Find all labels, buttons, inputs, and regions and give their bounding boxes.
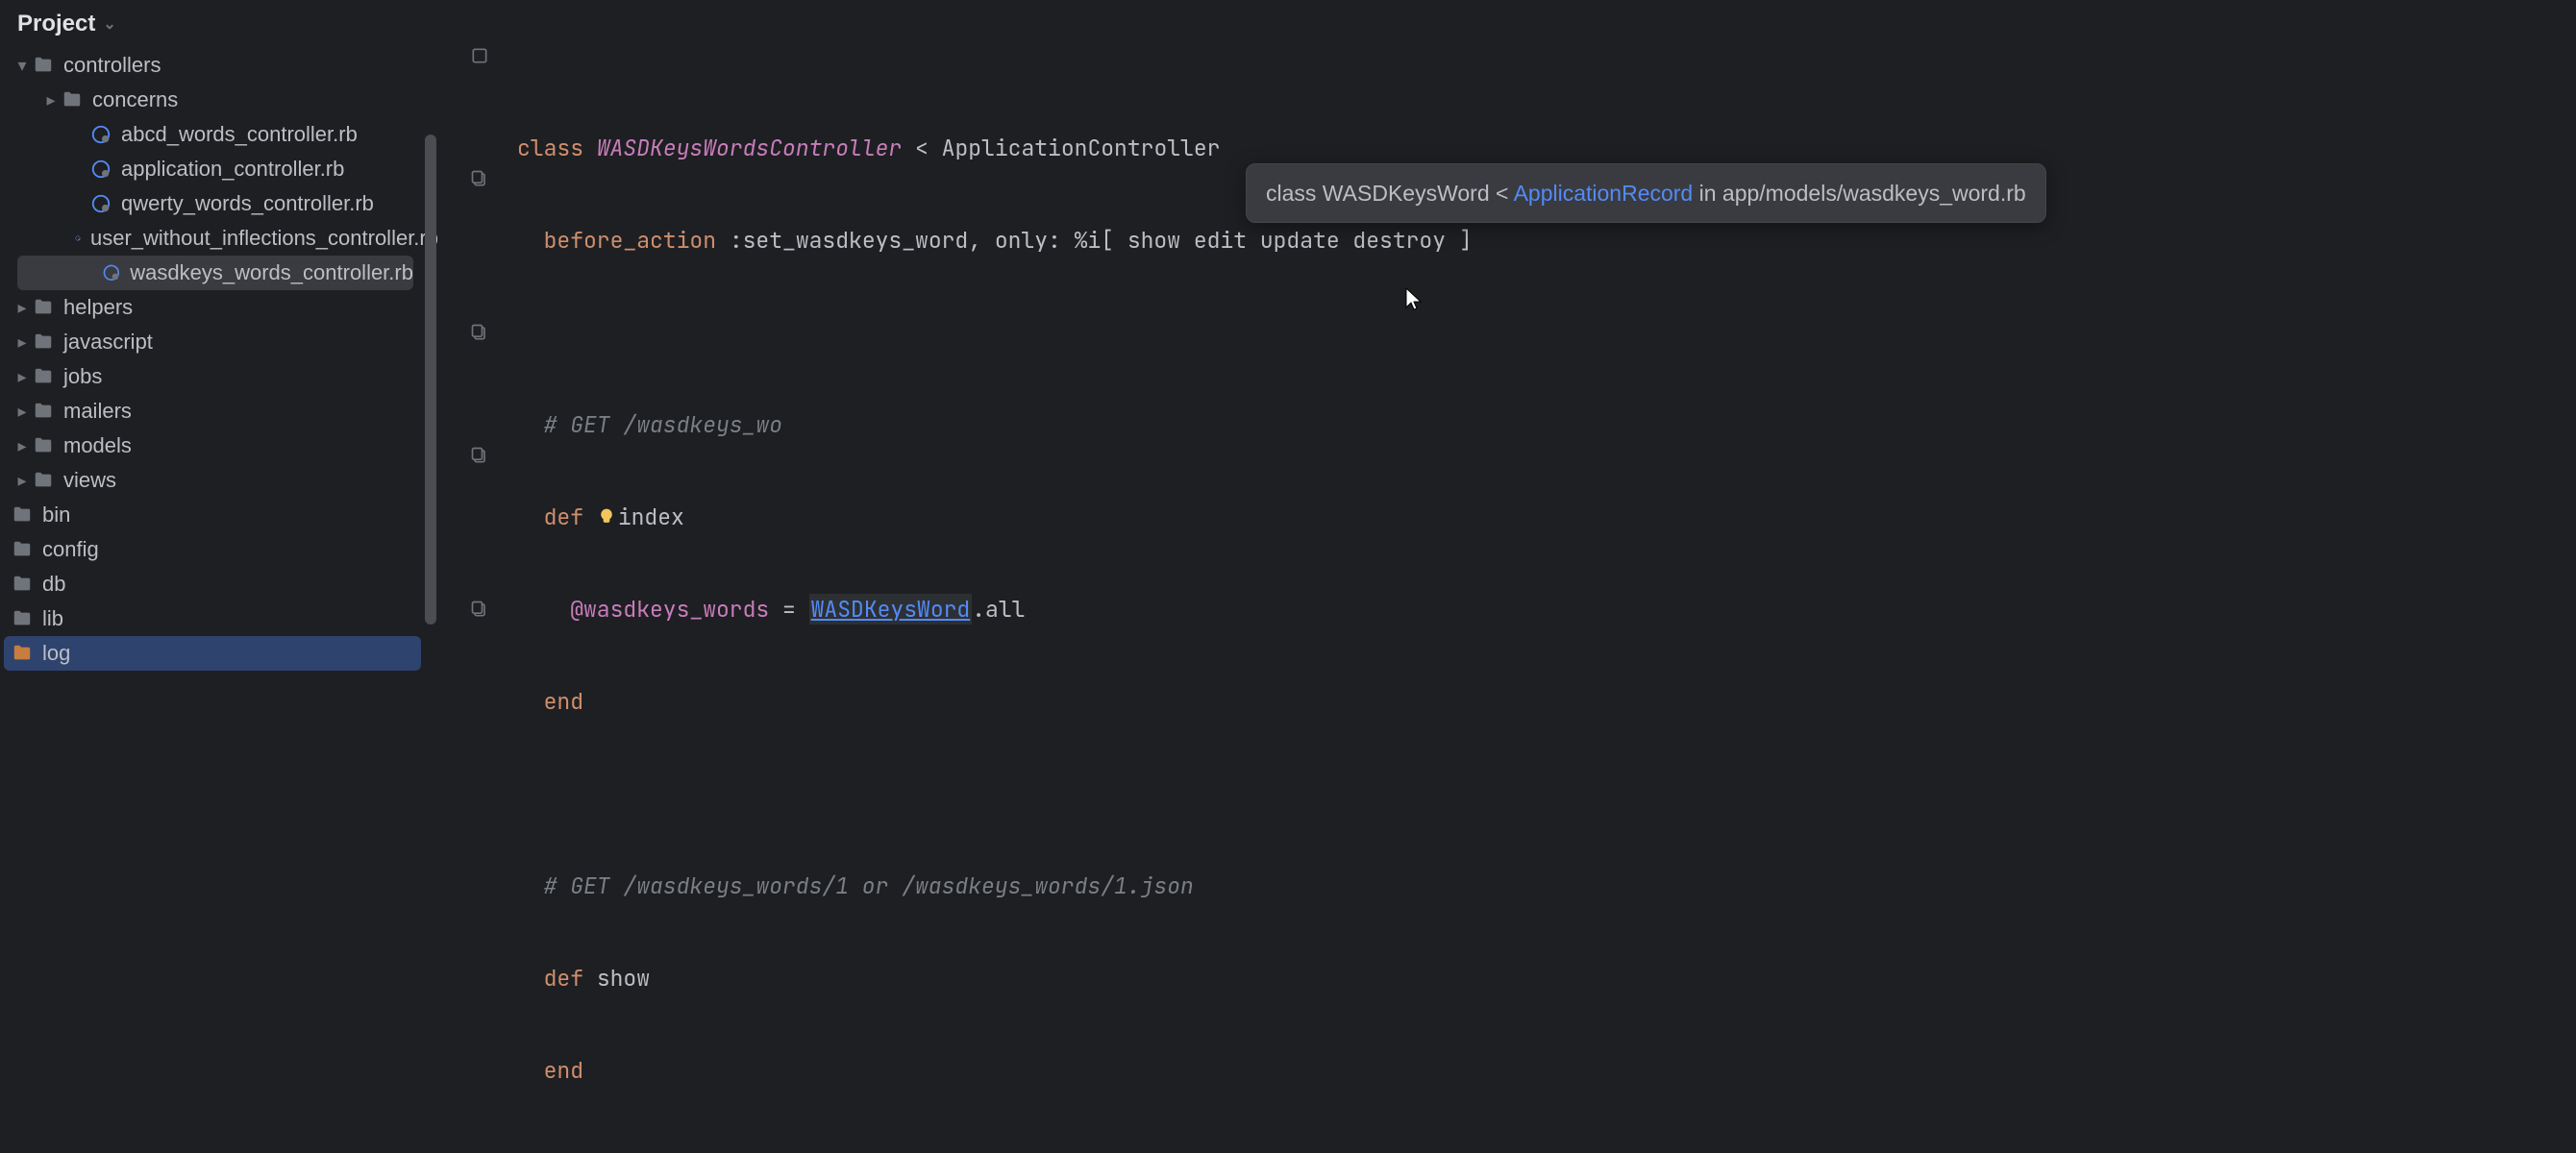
- tree-folder-lib[interactable]: lib: [4, 601, 438, 636]
- ruby-file-icon: [90, 193, 111, 214]
- tree-folder-log[interactable]: log: [4, 636, 421, 671]
- project-label: Project: [17, 11, 95, 37]
- tree-label: wasdkeys_words_controller.rb: [130, 260, 413, 285]
- chevron-right-icon[interactable]: [12, 436, 33, 456]
- tree-label: concerns: [92, 87, 178, 112]
- project-dropdown[interactable]: Project ⌄: [0, 3, 134, 45]
- tree-folder-concerns[interactable]: concerns: [4, 83, 438, 117]
- tree-file-application[interactable]: application_controller.rb: [4, 152, 438, 186]
- tree-file-abcd[interactable]: abcd_words_controller.rb: [4, 117, 438, 152]
- code-editor[interactable]: class WASDKeysWordsController < Applicat…: [442, 48, 2576, 1153]
- tree-label: application_controller.rb: [121, 157, 344, 182]
- folder-icon: [33, 470, 54, 491]
- quick-doc-tooltip: class WASDKeysWord < ApplicationRecord i…: [1246, 163, 2046, 223]
- tree-folder-helpers[interactable]: helpers: [4, 290, 438, 325]
- folder-icon: [33, 55, 54, 76]
- tree-label: helpers: [63, 295, 133, 320]
- tree-label: mailers: [63, 399, 132, 424]
- folder-icon: [33, 366, 54, 387]
- tree-label: lib: [42, 606, 63, 631]
- folder-icon: [12, 608, 33, 629]
- copy-icon[interactable]: [442, 594, 517, 625]
- tree-file-wasdkeys[interactable]: wasdkeys_words_controller.rb: [17, 256, 413, 290]
- tree-label: views: [63, 468, 116, 493]
- ruby-file-icon: [90, 159, 111, 180]
- folder-icon: [33, 331, 54, 353]
- chevron-right-icon[interactable]: [12, 402, 33, 422]
- tree-folder-db[interactable]: db: [4, 567, 438, 601]
- folder-icon: [12, 574, 33, 595]
- structure-icon[interactable]: [442, 48, 517, 71]
- gutter: [442, 48, 517, 1153]
- tree-folder-models[interactable]: models: [4, 429, 438, 463]
- chevron-right-icon[interactable]: [12, 332, 33, 353]
- folder-icon: [33, 297, 54, 318]
- folder-icon: [62, 89, 83, 110]
- folder-icon: [12, 539, 33, 560]
- class-reference-link[interactable]: WASDKeysWord: [809, 594, 973, 625]
- chevron-right-icon[interactable]: [12, 471, 33, 491]
- folder-icon: [33, 435, 54, 456]
- tree-folder-bin[interactable]: bin: [4, 498, 438, 532]
- code-content[interactable]: class WASDKeysWordsController < Applicat…: [517, 48, 2576, 1153]
- chevron-right-icon[interactable]: [40, 90, 62, 110]
- tree-folder-views[interactable]: views: [4, 463, 438, 498]
- tree-label: jobs: [63, 364, 102, 389]
- project-tree[interactable]: controllers concerns abcd_words_controll…: [0, 48, 442, 1153]
- copy-icon[interactable]: [442, 440, 517, 471]
- tree-label: controllers: [63, 53, 161, 78]
- tree-file-qwerty[interactable]: qwerty_words_controller.rb: [4, 186, 438, 221]
- tree-label: bin: [42, 503, 70, 527]
- ruby-file-icon: [90, 124, 111, 145]
- tree-file-user-without-inflections[interactable]: user_without_inflections_controller.rb: [4, 221, 438, 256]
- copy-icon[interactable]: [442, 317, 517, 348]
- tree-folder-javascript[interactable]: javascript: [4, 325, 438, 359]
- tree-label: abcd_words_controller.rb: [121, 122, 358, 147]
- tree-folder-controllers[interactable]: controllers: [4, 48, 438, 83]
- chevron-right-icon[interactable]: [12, 367, 33, 387]
- folder-icon: [12, 504, 33, 526]
- tree-label: javascript: [63, 330, 153, 355]
- tree-folder-jobs[interactable]: jobs: [4, 359, 438, 394]
- copy-icon[interactable]: [442, 163, 517, 194]
- tree-label: user_without_inflections_controller.rb: [90, 226, 438, 251]
- ruby-file-icon: [102, 262, 121, 283]
- tree-label: log: [42, 641, 70, 666]
- chevron-down-icon: ⌄: [103, 14, 115, 34]
- tree-folder-config[interactable]: config: [4, 532, 438, 567]
- chevron-right-icon[interactable]: [12, 298, 33, 318]
- ruby-file-icon: [75, 228, 81, 249]
- chevron-down-icon[interactable]: [12, 56, 33, 76]
- scrollbar-thumb[interactable]: [425, 135, 436, 625]
- folder-icon: [33, 401, 54, 422]
- lightbulb-icon[interactable]: [597, 507, 616, 527]
- tree-label: db: [42, 572, 65, 597]
- tree-folder-mailers[interactable]: mailers: [4, 394, 438, 429]
- tree-label: qwerty_words_controller.rb: [121, 191, 374, 216]
- tooltip-link[interactable]: ApplicationRecord: [1514, 181, 1694, 206]
- tree-label: models: [63, 433, 132, 458]
- tree-label: config: [42, 537, 99, 562]
- folder-excluded-icon: [12, 643, 33, 664]
